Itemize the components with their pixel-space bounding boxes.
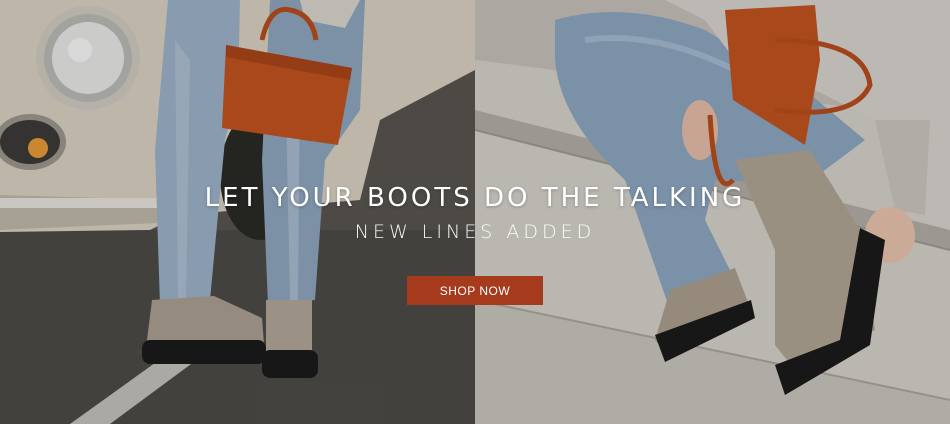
hero-headline: LET YOUR BOOTS DO THE TALKING: [204, 183, 746, 213]
hero-banner[interactable]: LET YOUR BOOTS DO THE TALKING NEW LINES …: [0, 0, 950, 424]
hero-subheadline: NEW LINES ADDED: [354, 221, 596, 243]
shop-now-button[interactable]: SHOP NOW: [407, 276, 543, 305]
